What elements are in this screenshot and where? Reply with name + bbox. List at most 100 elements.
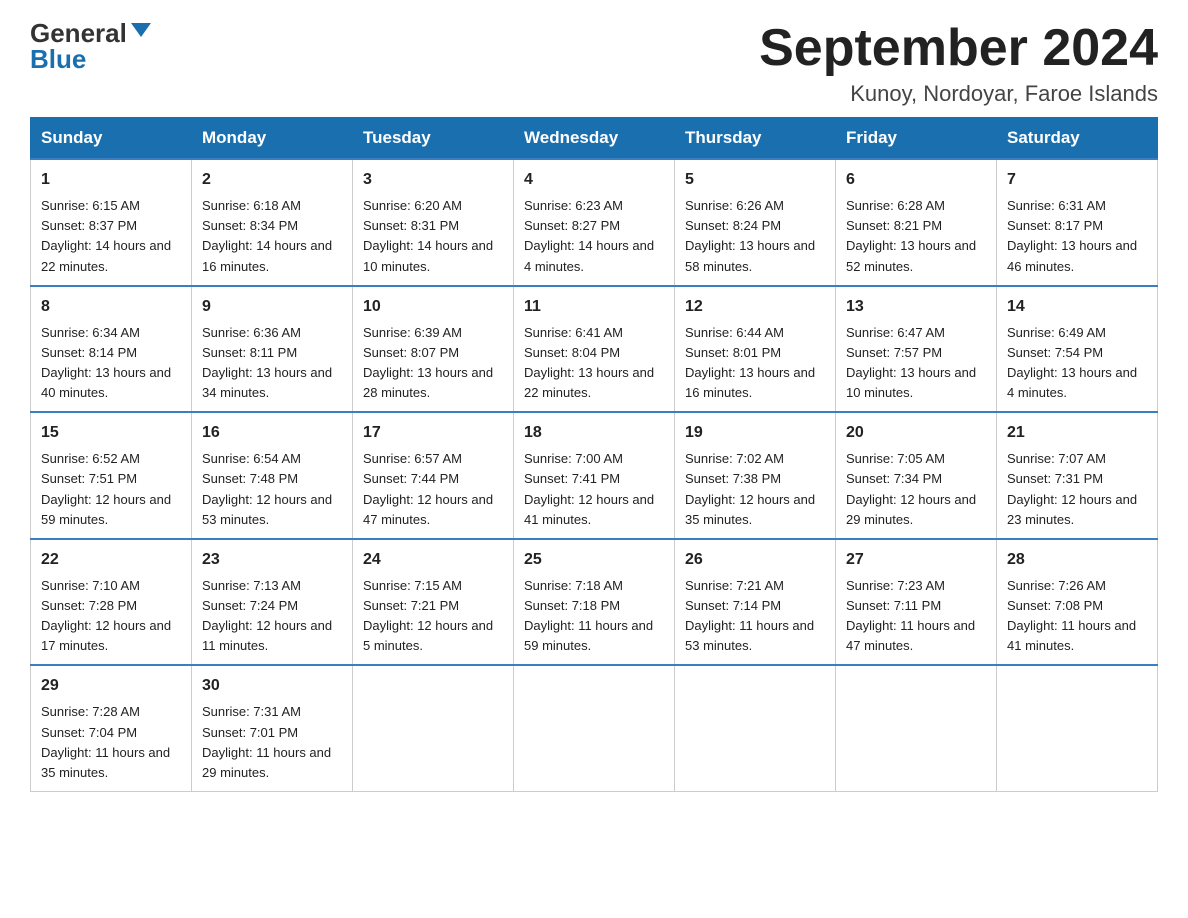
calendar-cell: 7 Sunrise: 6:31 AMSunset: 8:17 PMDaylight…: [997, 159, 1158, 286]
calendar-header-wednesday: Wednesday: [514, 118, 675, 160]
calendar-cell: 10 Sunrise: 6:39 AMSunset: 8:07 PMDayligh…: [353, 286, 514, 413]
calendar-week-row: 1 Sunrise: 6:15 AMSunset: 8:37 PMDaylight…: [31, 159, 1158, 286]
logo-general-text: General: [30, 20, 127, 46]
calendar-cell: 12 Sunrise: 6:44 AMSunset: 8:01 PMDayligh…: [675, 286, 836, 413]
day-number: 2: [202, 168, 342, 192]
day-info: Sunrise: 7:07 AMSunset: 7:31 PMDaylight:…: [1007, 451, 1137, 526]
day-number: 7: [1007, 168, 1147, 192]
day-info: Sunrise: 6:31 AMSunset: 8:17 PMDaylight:…: [1007, 198, 1137, 273]
day-number: 17: [363, 421, 503, 445]
calendar-cell: 6Sunrise: 6:28 AMSunset: 8:21 PMDaylight…: [836, 159, 997, 286]
calendar-cell: 20Sunrise: 7:05 AMSunset: 7:34 PMDayligh…: [836, 412, 997, 539]
day-info: Sunrise: 7:18 AMSunset: 7:18 PMDaylight:…: [524, 578, 653, 653]
day-number: 9: [202, 295, 342, 319]
calendar-header-row: SundayMondayTuesdayWednesdayThursdayFrid…: [31, 118, 1158, 160]
day-number: 26: [685, 548, 825, 572]
calendar-cell: 2 Sunrise: 6:18 AMSunset: 8:34 PMDaylight…: [192, 159, 353, 286]
calendar-cell: 4Sunrise: 6:23 AMSunset: 8:27 PMDaylight…: [514, 159, 675, 286]
day-info: Sunrise: 6:36 AMSunset: 8:11 PMDaylight:…: [202, 325, 332, 400]
day-info: Sunrise: 6:34 AMSunset: 8:14 PMDaylight:…: [41, 325, 171, 400]
calendar-week-row: 29 Sunrise: 7:28 AMSunset: 7:04 PMDayligh…: [31, 665, 1158, 791]
day-number: 6: [846, 168, 986, 192]
title-block: September 2024 Kunoy, Nordoyar, Faroe Is…: [759, 20, 1158, 107]
day-number: 1: [41, 168, 181, 192]
day-info: Sunrise: 6:41 AMSunset: 8:04 PMDaylight:…: [524, 325, 654, 400]
day-info: Sunrise: 6:57 AMSunset: 7:44 PMDaylight:…: [363, 451, 493, 526]
calendar-cell: 24Sunrise: 7:15 AMSunset: 7:21 PMDayligh…: [353, 539, 514, 666]
day-number: 14: [1007, 295, 1147, 319]
calendar-cell: 11 Sunrise: 6:41 AMSunset: 8:04 PMDayligh…: [514, 286, 675, 413]
calendar-cell: 29 Sunrise: 7:28 AMSunset: 7:04 PMDayligh…: [31, 665, 192, 791]
day-number: 23: [202, 548, 342, 572]
page-header: General Blue September 2024 Kunoy, Nordo…: [30, 20, 1158, 107]
day-number: 10: [363, 295, 503, 319]
day-number: 15: [41, 421, 181, 445]
calendar-cell: 27Sunrise: 7:23 AMSunset: 7:11 PMDayligh…: [836, 539, 997, 666]
day-number: 19: [685, 421, 825, 445]
day-info: Sunrise: 7:26 AMSunset: 7:08 PMDaylight:…: [1007, 578, 1136, 653]
calendar-cell: 26Sunrise: 7:21 AMSunset: 7:14 PMDayligh…: [675, 539, 836, 666]
day-info: Sunrise: 6:23 AMSunset: 8:27 PMDaylight:…: [524, 198, 654, 273]
day-info: Sunrise: 7:00 AMSunset: 7:41 PMDaylight:…: [524, 451, 654, 526]
day-number: 25: [524, 548, 664, 572]
day-number: 28: [1007, 548, 1147, 572]
day-number: 3: [363, 168, 503, 192]
calendar-cell: 15 Sunrise: 6:52 AMSunset: 7:51 PMDayligh…: [31, 412, 192, 539]
logo-blue-text: Blue: [30, 46, 86, 72]
calendar-header-thursday: Thursday: [675, 118, 836, 160]
calendar-cell: 23Sunrise: 7:13 AMSunset: 7:24 PMDayligh…: [192, 539, 353, 666]
calendar-header-sunday: Sunday: [31, 118, 192, 160]
calendar-cell: 21Sunrise: 7:07 AMSunset: 7:31 PMDayligh…: [997, 412, 1158, 539]
day-number: 24: [363, 548, 503, 572]
day-info: Sunrise: 6:15 AMSunset: 8:37 PMDaylight:…: [41, 198, 171, 273]
calendar-header-tuesday: Tuesday: [353, 118, 514, 160]
month-title: September 2024: [759, 20, 1158, 77]
calendar-cell: 22 Sunrise: 7:10 AMSunset: 7:28 PMDayligh…: [31, 539, 192, 666]
day-number: 11: [524, 295, 664, 319]
day-info: Sunrise: 6:44 AMSunset: 8:01 PMDaylight:…: [685, 325, 815, 400]
calendar-cell: 16 Sunrise: 6:54 AMSunset: 7:48 PMDayligh…: [192, 412, 353, 539]
logo-arrow-icon: [131, 23, 151, 37]
calendar-cell: [353, 665, 514, 791]
day-info: Sunrise: 7:02 AMSunset: 7:38 PMDaylight:…: [685, 451, 815, 526]
day-number: 5: [685, 168, 825, 192]
calendar-cell: 14 Sunrise: 6:49 AMSunset: 7:54 PMDayligh…: [997, 286, 1158, 413]
day-info: Sunrise: 7:31 AMSunset: 7:01 PMDaylight:…: [202, 704, 331, 779]
calendar-cell: 19 Sunrise: 7:02 AMSunset: 7:38 PMDayligh…: [675, 412, 836, 539]
day-info: Sunrise: 6:26 AMSunset: 8:24 PMDaylight:…: [685, 198, 815, 273]
calendar-cell: [997, 665, 1158, 791]
calendar-header-monday: Monday: [192, 118, 353, 160]
day-info: Sunrise: 6:49 AMSunset: 7:54 PMDaylight:…: [1007, 325, 1137, 400]
calendar-cell: 5 Sunrise: 6:26 AMSunset: 8:24 PMDaylight…: [675, 159, 836, 286]
calendar-cell: [675, 665, 836, 791]
calendar-cell: [836, 665, 997, 791]
calendar-week-row: 15 Sunrise: 6:52 AMSunset: 7:51 PMDayligh…: [31, 412, 1158, 539]
day-info: Sunrise: 7:05 AMSunset: 7:34 PMDaylight:…: [846, 451, 976, 526]
calendar-header-saturday: Saturday: [997, 118, 1158, 160]
day-info: Sunrise: 6:54 AMSunset: 7:48 PMDaylight:…: [202, 451, 332, 526]
calendar-cell: 25 Sunrise: 7:18 AMSunset: 7:18 PMDayligh…: [514, 539, 675, 666]
calendar-cell: 17 Sunrise: 6:57 AMSunset: 7:44 PMDayligh…: [353, 412, 514, 539]
calendar-cell: 1 Sunrise: 6:15 AMSunset: 8:37 PMDaylight…: [31, 159, 192, 286]
day-info: Sunrise: 7:23 AMSunset: 7:11 PMDaylight:…: [846, 578, 975, 653]
day-info: Sunrise: 6:18 AMSunset: 8:34 PMDaylight:…: [202, 198, 332, 273]
day-info: Sunrise: 7:10 AMSunset: 7:28 PMDaylight:…: [41, 578, 171, 653]
day-number: 29: [41, 674, 181, 698]
calendar-week-row: 8 Sunrise: 6:34 AMSunset: 8:14 PMDaylight…: [31, 286, 1158, 413]
calendar-cell: 28 Sunrise: 7:26 AMSunset: 7:08 PMDayligh…: [997, 539, 1158, 666]
day-number: 16: [202, 421, 342, 445]
day-number: 12: [685, 295, 825, 319]
day-number: 30: [202, 674, 342, 698]
calendar-cell: [514, 665, 675, 791]
calendar-cell: 18Sunrise: 7:00 AMSunset: 7:41 PMDayligh…: [514, 412, 675, 539]
day-number: 22: [41, 548, 181, 572]
calendar-cell: 30 Sunrise: 7:31 AMSunset: 7:01 PMDayligh…: [192, 665, 353, 791]
calendar-cell: 13Sunrise: 6:47 AMSunset: 7:57 PMDayligh…: [836, 286, 997, 413]
day-info: Sunrise: 6:39 AMSunset: 8:07 PMDaylight:…: [363, 325, 493, 400]
day-info: Sunrise: 7:28 AMSunset: 7:04 PMDaylight:…: [41, 704, 170, 779]
day-number: 8: [41, 295, 181, 319]
day-info: Sunrise: 6:20 AMSunset: 8:31 PMDaylight:…: [363, 198, 493, 273]
day-info: Sunrise: 6:52 AMSunset: 7:51 PMDaylight:…: [41, 451, 171, 526]
calendar-cell: 8 Sunrise: 6:34 AMSunset: 8:14 PMDaylight…: [31, 286, 192, 413]
calendar-cell: 9 Sunrise: 6:36 AMSunset: 8:11 PMDaylight…: [192, 286, 353, 413]
